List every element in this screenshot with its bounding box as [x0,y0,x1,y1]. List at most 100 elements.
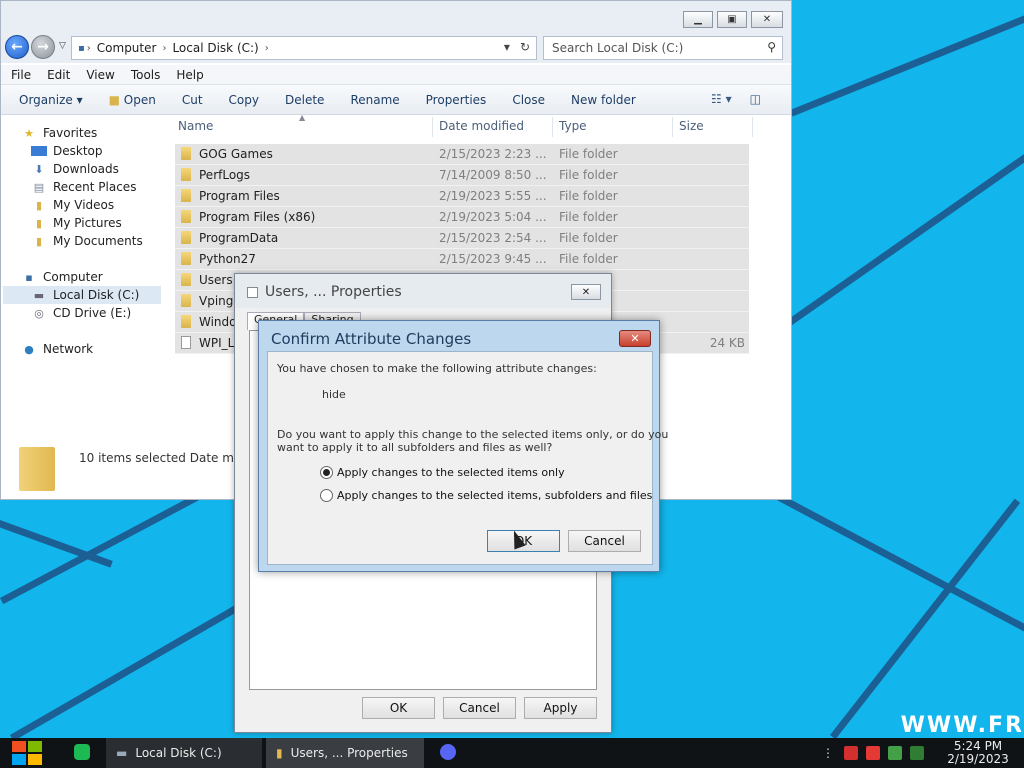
radio-subfolders[interactable]: Apply changes to the selected items, sub… [320,489,652,502]
nav-cd-drive[interactable]: ◎ CD Drive (E:) [31,304,131,322]
folder-icon [181,231,191,244]
vpn-tray-icon[interactable] [844,746,858,760]
folder-icon [181,294,191,307]
radio-selected-only-label: Apply changes to the selected items only [337,466,565,479]
search-icon[interactable]: ⚲ [767,40,776,54]
computer-icon: ▪ [25,270,33,284]
file-name: ProgramData [199,231,279,245]
folder-large-icon [19,447,55,491]
view-options-icon[interactable]: ☷ ▾ [711,92,732,106]
discord-icon[interactable] [440,744,456,760]
file-date: 2/19/2023 5:55 ... [439,189,547,203]
back-button[interactable]: ← [5,35,29,59]
nav-recent-places[interactable]: ▤ Recent Places [31,178,137,196]
col-type[interactable]: Type [559,119,587,133]
preview-pane-icon[interactable]: ◫ [750,92,761,106]
nav-local-disk[interactable]: ▬ Local Disk (C:) [3,286,161,304]
copy-button[interactable]: Copy [229,93,259,107]
col-name[interactable]: Name [178,119,213,133]
minimize-button[interactable]: ▁ [683,11,713,28]
search-placeholder: Search Local Disk (C:) [552,41,684,55]
close-folder-button[interactable]: Close [512,93,545,107]
properties-apply-button[interactable]: Apply [524,697,597,719]
nav-my-documents[interactable]: ▮ My Documents [31,232,143,250]
nav-my-pictures[interactable]: ▮ My Pictures [31,214,122,232]
nav-computer[interactable]: ▪ Computer [21,268,103,286]
new-folder-button[interactable]: New folder [571,93,636,107]
column-header: Name ▲ Date modified Type Size [173,113,753,137]
file-name: GOG Games [199,147,273,161]
start-button[interactable] [10,739,44,767]
clock[interactable]: 5:24 PM 2/19/2023 [932,740,1024,766]
taskbar-item-properties[interactable]: ▮ Users, ... Properties [266,738,424,768]
menu-tools[interactable]: Tools [131,68,161,82]
close-button[interactable]: ✕ [751,11,783,28]
nav-desktop[interactable]: Desktop [31,142,103,160]
refresh-icon[interactable]: ↻ [520,40,530,54]
flag-icon[interactable] [866,746,880,760]
menu-view[interactable]: View [86,68,114,82]
maximize-button[interactable]: ▣ [717,11,747,28]
delete-button[interactable]: Delete [285,93,324,107]
menu-file[interactable]: File [11,68,31,82]
recent-pages-dropdown[interactable]: ▽ [59,41,66,51]
confirm-attribute-dialog: Confirm Attribute Changes ✕ You have cho… [258,320,668,572]
file-row[interactable]: Program Files (x86) 2/19/2023 5:04 ... Fil… [175,207,749,228]
menu-edit[interactable]: Edit [47,68,70,82]
chevron-down-icon[interactable]: ▾ [504,40,510,54]
downloads-icon: ⬇ [34,162,44,176]
cut-button[interactable]: Cut [182,93,203,107]
file-row[interactable]: GOG Games 2/15/2023 2:23 ... File folder [175,144,749,165]
confirm-close-button[interactable]: ✕ [619,330,651,347]
file-type: File folder [559,231,618,245]
breadcrumb-local-disk[interactable]: Local Disk (C:) [172,41,258,55]
file-name: Program Files (x86) [199,210,316,224]
drive-icon: ▬ [33,288,45,302]
file-row[interactable]: ProgramData 2/15/2023 2:54 ... File folder [175,228,749,249]
spotify-icon[interactable] [74,744,90,760]
properties-button[interactable]: Properties [426,93,487,107]
nav-downloads[interactable]: ⬇ Downloads [31,160,119,178]
tray-overflow-icon[interactable]: ⋮ [822,746,834,760]
properties-cancel-button[interactable]: Cancel [443,697,516,719]
properties-titlebar[interactable]: Users, ... Properties [235,274,611,308]
volume-icon[interactable] [910,746,924,760]
nav-favorites[interactable]: ★ Favorites [21,124,97,142]
drive-icon: ▬ [116,746,128,760]
col-size[interactable]: Size [679,119,704,133]
nav-computer-label: Computer [43,270,103,284]
rename-button[interactable]: Rename [350,93,399,107]
file-row[interactable]: PerfLogs 7/14/2009 8:50 ... File folder [175,165,749,186]
file-row[interactable]: Program Files 2/19/2023 5:55 ... File fold… [175,186,749,207]
nav-favorites-label: Favorites [43,126,98,140]
radio-selected-only[interactable]: Apply changes to the selected items only [320,466,565,479]
search-input[interactable]: Search Local Disk (C:) ⚲ [543,36,783,60]
address-bar[interactable]: ▪ › Computer › Local Disk (C:) › ▾ ↻ [71,36,537,60]
radio-checked-icon [320,466,333,479]
attribute-change: hide [322,388,346,401]
nav-network[interactable]: ● Network [21,340,93,358]
explorer-titlebar[interactable]: ▁ ▣ ✕ [1,1,791,33]
network-tray-icon[interactable] [888,746,902,760]
properties-close-button[interactable]: ✕ [571,284,601,300]
system-tray: ⋮ 5:24 PM 2/19/2023 [822,738,1024,768]
network-icon: ● [24,342,34,356]
taskbar-item-explorer[interactable]: ▬ Local Disk (C:) [106,738,262,768]
col-date[interactable]: Date modified [439,119,524,133]
organize-button[interactable]: Organize ▾ [19,93,83,107]
file-row[interactable]: Python27 2/15/2023 9:45 ... File folder [175,249,749,270]
menu-help[interactable]: Help [176,68,203,82]
watermark: WWW.FR [900,713,1024,738]
open-button[interactable]: ■ Open [109,93,156,107]
properties-ok-button[interactable]: OK [362,697,435,719]
confirm-cancel-button[interactable]: Cancel [568,530,641,552]
cd-drive-icon: ◎ [34,306,44,320]
breadcrumb-computer[interactable]: Computer [97,41,157,55]
nav-recent-label: Recent Places [53,180,137,194]
forward-button[interactable]: → [31,35,55,59]
folder-icon [181,189,191,202]
recent-places-icon: ▤ [33,180,45,194]
nav-my-videos[interactable]: ▮ My Videos [31,196,114,214]
folder-open-icon: ■ [108,92,120,107]
properties-title: Users, ... Properties [265,284,402,300]
